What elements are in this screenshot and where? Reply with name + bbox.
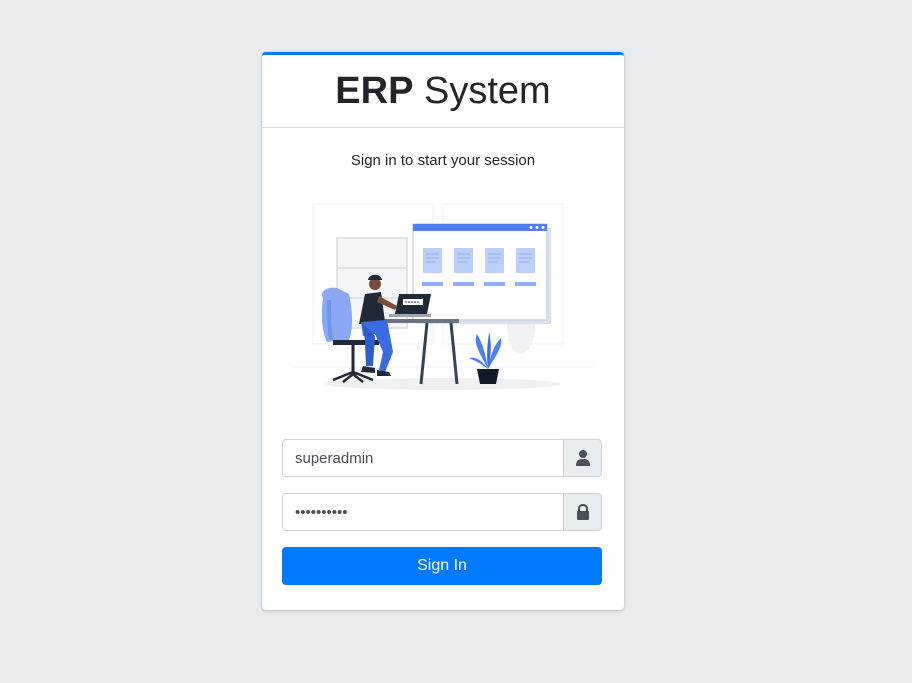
username-addon: [563, 439, 602, 477]
brand-title-bold: ERP: [335, 70, 414, 112]
user-icon: [575, 450, 590, 466]
username-input-group: [282, 439, 602, 477]
password-input[interactable]: [282, 493, 563, 531]
login-box-message: Sign in to start your session: [350, 152, 536, 169]
login-card: ERP System Sign in to start your session: [262, 52, 624, 610]
sign-in-button[interactable]: Sign In: [282, 547, 602, 585]
card-header: ERP System: [262, 55, 624, 128]
brand-title[interactable]: ERP System: [335, 70, 550, 112]
password-input-group: [282, 493, 602, 531]
password-addon: [563, 493, 602, 531]
login-illustration: [293, 203, 593, 390]
brand-title-light: System: [424, 70, 551, 112]
username-input[interactable]: [282, 439, 563, 477]
card-body: Sign in to start your session superadmin…: [262, 128, 624, 585]
lock-icon: [576, 504, 589, 520]
